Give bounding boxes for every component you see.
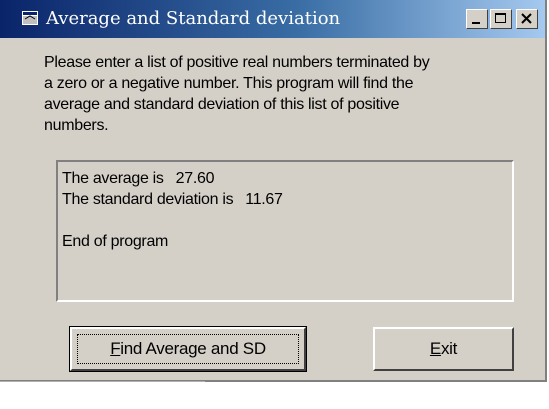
find-average-sd-button[interactable]: Find Average and SD (69, 326, 307, 372)
minimize-button[interactable] (466, 9, 488, 29)
main-window: Average and Standard deviation Please en… (0, 0, 547, 382)
sd-label: The standard deviation is (62, 191, 234, 208)
sd-line: The standard deviation is 11.67 (62, 189, 512, 210)
exit-label: xit (440, 339, 458, 358)
end-of-program-text: End of program (62, 233, 169, 250)
close-button[interactable] (516, 9, 538, 29)
minimize-icon (472, 22, 480, 24)
window-title: Average and Standard deviation (46, 8, 341, 29)
bottom-divider (0, 381, 205, 382)
find-mnemonic: F (110, 339, 121, 358)
output-box[interactable]: The average is 27.60 The standard deviati… (56, 160, 514, 302)
instructions-text: Please enter a list of positive real num… (44, 54, 430, 134)
exit-button[interactable]: Exit (373, 327, 514, 371)
exit-mnemonic: E (429, 339, 441, 358)
close-icon (521, 13, 532, 24)
sd-value: 11.67 (245, 191, 283, 208)
average-line: The average is 27.60 (62, 168, 512, 189)
find-label: ind Average and SD (120, 339, 266, 358)
average-label: The average is (62, 170, 164, 187)
app-window-icon (22, 11, 38, 25)
average-value: 27.60 (175, 170, 215, 187)
maximize-icon (495, 13, 506, 23)
maximize-button[interactable] (490, 9, 512, 29)
title-bar[interactable]: Average and Standard deviation (0, 0, 545, 38)
